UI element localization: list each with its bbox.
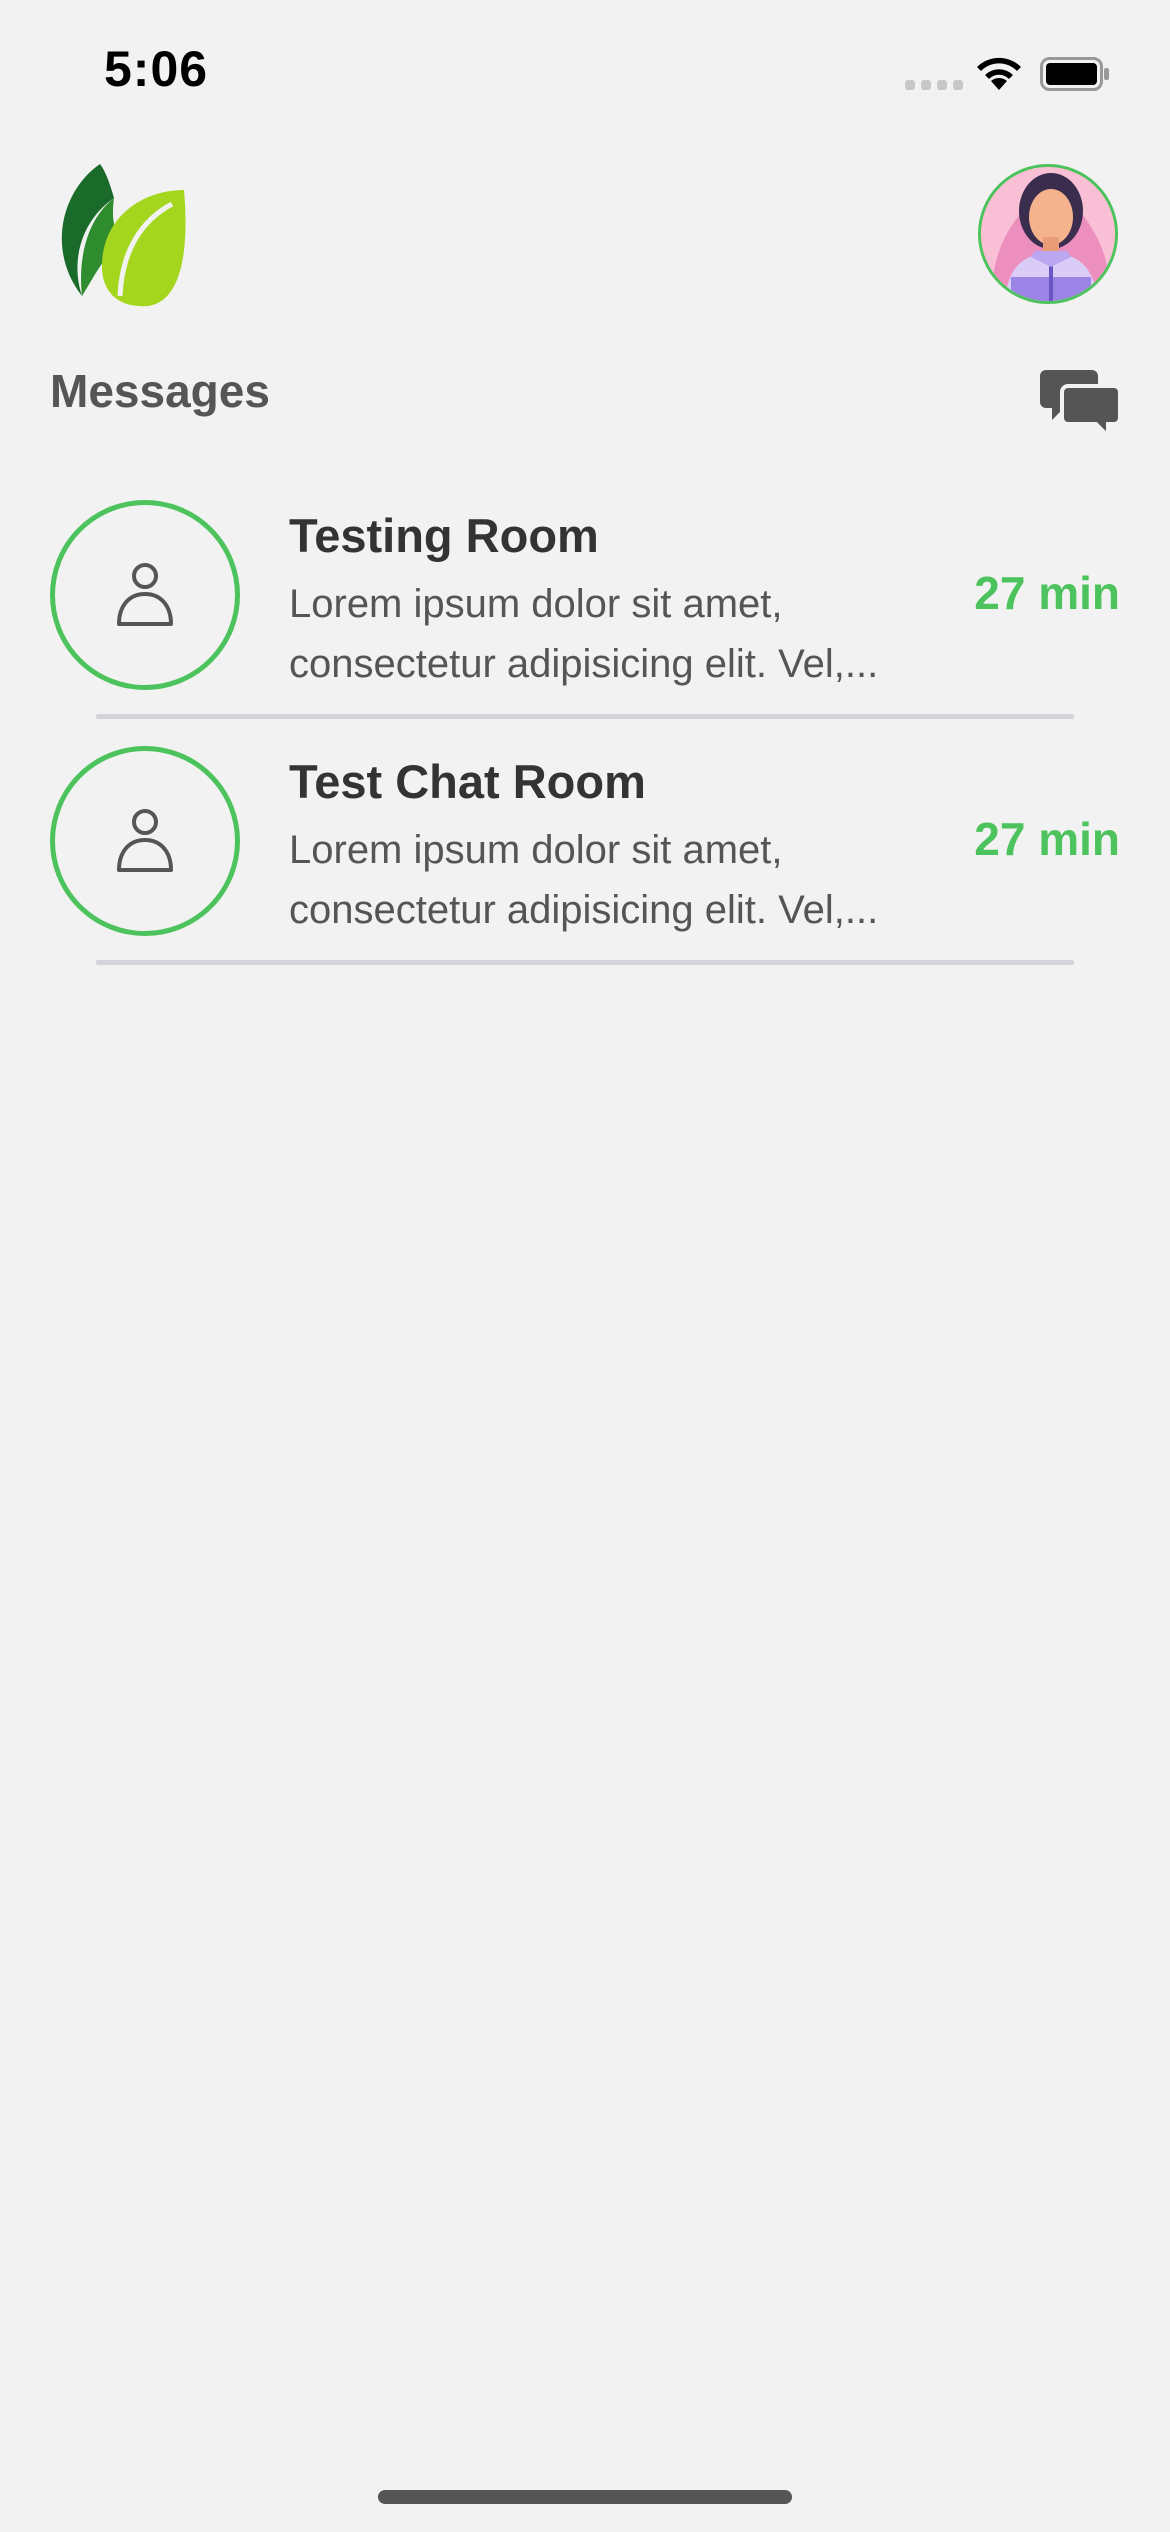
room-name: Testing Room: [289, 509, 599, 562]
room-avatar: [50, 746, 240, 936]
home-indicator[interactable]: [378, 2490, 792, 2504]
status-time: 5:06: [104, 41, 209, 97]
divider: [96, 714, 1074, 719]
chat-bubbles-icon[interactable]: [1040, 368, 1120, 440]
wifi-icon: [977, 57, 1021, 90]
message-preview-line: Lorem ipsum dolor sit amet,: [289, 582, 783, 626]
user-avatar-icon: [981, 167, 1115, 301]
message-time: 27 min: [974, 567, 1120, 619]
chat-room-item[interactable]: Testing Room Lorem ipsum dolor sit amet,…: [0, 500, 1170, 740]
page-title: Messages: [50, 365, 270, 417]
room-avatar: [50, 500, 240, 690]
message-preview-line: Lorem ipsum dolor sit amet,: [289, 828, 783, 872]
person-icon: [117, 809, 173, 872]
room-name: Test Chat Room: [289, 755, 646, 808]
profile-avatar[interactable]: [978, 164, 1118, 304]
message-preview-line: consectetur adipisicing elit. Vel,...: [289, 888, 879, 932]
message-time: 27 min: [974, 813, 1120, 865]
cellular-signal-icon: [905, 80, 963, 90]
person-icon: [117, 563, 173, 626]
message-preview-line: consectetur adipisicing elit. Vel,...: [289, 642, 879, 686]
message-preview: Lorem ipsum dolor sit amet, consectetur …: [289, 574, 949, 694]
battery-icon: [1040, 57, 1109, 91]
chat-room-item[interactable]: Test Chat Room Lorem ipsum dolor sit ame…: [0, 746, 1170, 986]
status-bar: 5:06: [0, 0, 1170, 150]
divider: [96, 960, 1074, 965]
leaf-logo-icon[interactable]: [52, 160, 192, 310]
message-preview: Lorem ipsum dolor sit amet, consectetur …: [289, 820, 949, 940]
